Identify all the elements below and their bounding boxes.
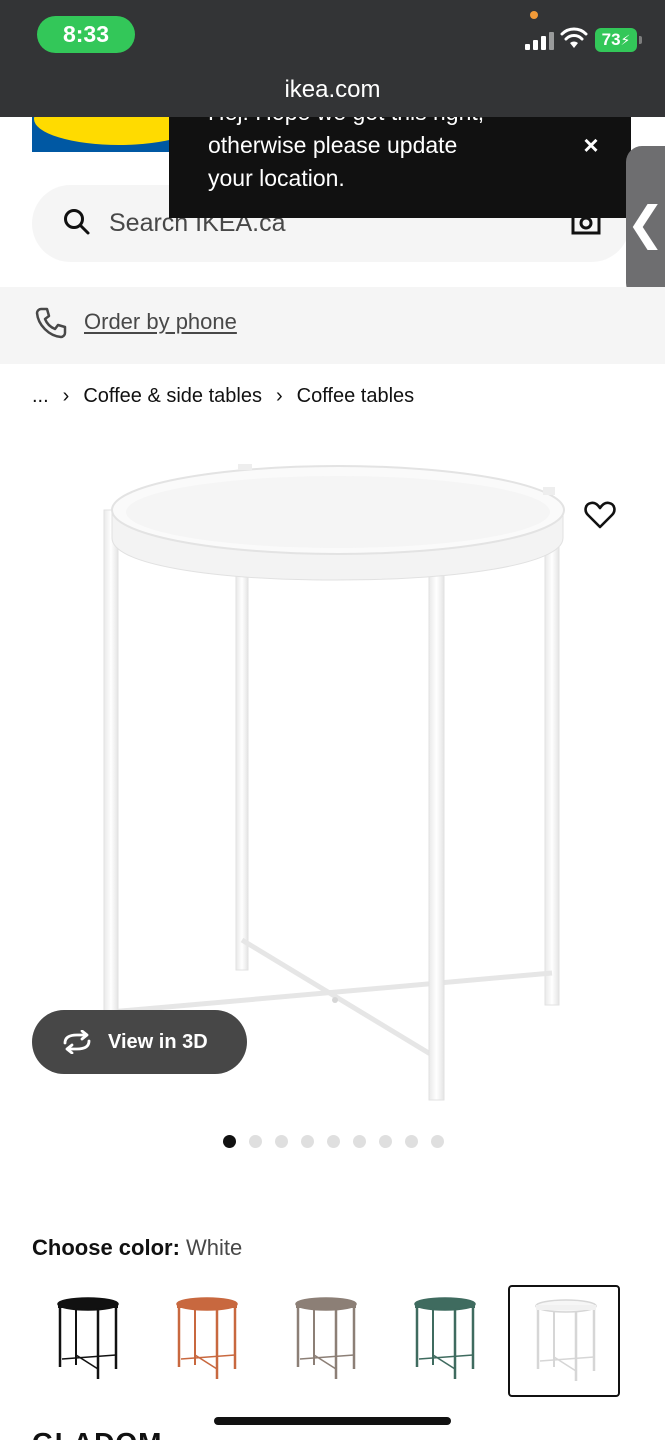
carousel-dot[interactable] <box>223 1135 236 1148</box>
breadcrumb-item-coffee-side-tables[interactable]: Coffee & side tables <box>83 385 262 408</box>
choose-color-heading: Choose color: <box>32 1235 180 1260</box>
color-swatch-beige[interactable] <box>270 1285 382 1397</box>
chevron-left-icon[interactable]: ❮ <box>626 146 665 299</box>
camera-indicator-icon <box>530 11 538 19</box>
logo-oval <box>34 117 172 145</box>
swatch-table-thumbnail <box>535 1299 597 1381</box>
color-swatch-green[interactable] <box>389 1285 501 1397</box>
address-bar[interactable]: ikea.com <box>0 76 665 104</box>
wifi-icon <box>560 27 588 48</box>
carousel-dot[interactable] <box>249 1135 262 1148</box>
toast-line-2: otherwise please update <box>208 132 458 158</box>
swatch-table-thumbnail <box>176 1297 238 1379</box>
location-toast: Hej! Hope we got this right, otherwise p… <box>169 117 631 218</box>
breadcrumb-item-coffee-tables[interactable]: Coffee tables <box>297 385 415 408</box>
ikea-logo[interactable] <box>32 117 172 152</box>
color-swatch-white[interactable] <box>508 1285 620 1397</box>
carousel-dot[interactable] <box>301 1135 314 1148</box>
product-name: GLADOM <box>32 1427 162 1440</box>
battery-indicator: 73 ⚡ <box>595 28 642 52</box>
home-indicator[interactable] <box>214 1417 451 1425</box>
phone-icon <box>35 307 67 339</box>
rotate-3d-icon <box>63 1030 91 1054</box>
view-in-3d-button[interactable]: View in 3D <box>32 1010 247 1074</box>
image-carousel-dots <box>223 1135 444 1148</box>
toast-line-1: Hej! Hope we got this right, <box>208 117 484 126</box>
battery-level: 73 <box>601 30 621 49</box>
carousel-dot[interactable] <box>327 1135 340 1148</box>
carousel-dot[interactable] <box>431 1135 444 1148</box>
cellular-signal-icon <box>525 30 554 50</box>
view-in-3d-label: View in 3D <box>108 1030 208 1053</box>
breadcrumb: ... › Coffee & side tables › Coffee tabl… <box>32 385 414 408</box>
swatch-table-thumbnail <box>57 1297 119 1379</box>
choose-color-label: Choose color: White <box>32 1235 242 1261</box>
heart-icon[interactable] <box>584 500 616 530</box>
swatch-table-thumbnail <box>414 1297 476 1379</box>
order-by-phone-banner: Order by phone <box>0 287 665 364</box>
breadcrumb-separator: › <box>62 385 70 407</box>
order-by-phone-link[interactable]: Order by phone <box>84 309 237 335</box>
color-swatch-black[interactable] <box>32 1285 144 1397</box>
carousel-dot[interactable] <box>353 1135 366 1148</box>
selected-color-value: White <box>186 1235 243 1260</box>
search-icon <box>64 209 90 235</box>
color-swatch-orange[interactable] <box>151 1285 263 1397</box>
toast-line-3: your location. <box>208 165 345 191</box>
carousel-dot[interactable] <box>405 1135 418 1148</box>
carousel-dot[interactable] <box>379 1135 392 1148</box>
charging-bolt-icon: ⚡ <box>620 31 631 48</box>
close-icon[interactable]: × <box>579 130 603 160</box>
swatch-table-thumbnail <box>295 1297 357 1379</box>
status-bar: 8:33 73 ⚡ ikea.com <box>0 0 665 117</box>
breadcrumb-ellipsis[interactable]: ... <box>32 385 49 408</box>
breadcrumb-separator: › <box>275 385 283 407</box>
carousel-dot[interactable] <box>275 1135 288 1148</box>
clock: 8:33 <box>37 16 135 53</box>
